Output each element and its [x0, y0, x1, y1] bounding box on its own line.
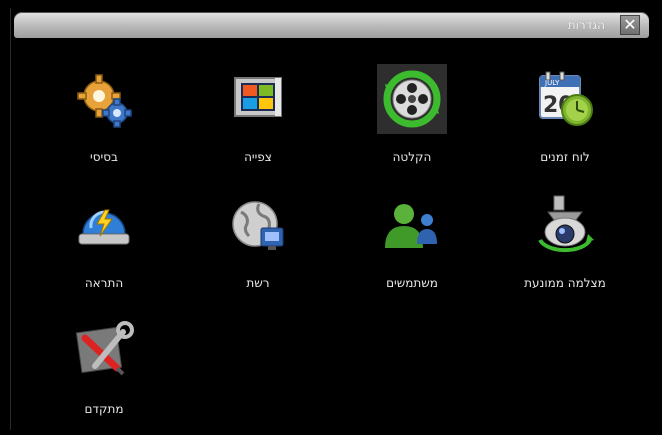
tile-label: הקלטה: [392, 150, 432, 164]
film-reel-icon: [377, 64, 447, 134]
tile-label: התראה: [84, 276, 124, 290]
users-icon: [377, 190, 447, 260]
tile-users[interactable]: משתמשים: [352, 190, 472, 300]
tile-advanced[interactable]: מתקדם: [44, 316, 164, 426]
tile-label: לוח זמנים: [540, 150, 590, 164]
calendar-month: JULY: [544, 79, 560, 87]
tile-network[interactable]: רשת: [198, 190, 318, 300]
tile-label: בסיסי: [90, 150, 118, 164]
tools-icon: [69, 316, 139, 386]
alarm-icon: [69, 190, 139, 260]
tile-display[interactable]: צפייה: [198, 64, 318, 174]
tile-label: צפייה: [244, 150, 272, 164]
tile-label: משתמשים: [386, 276, 438, 290]
tile-label: מצלמה ממונעת: [524, 276, 606, 290]
title-bar: הגדרות ✕: [14, 12, 649, 38]
tile-calendar[interactable]: JULY 20 לוח זמנים: [505, 64, 625, 174]
tile-label: רשת: [246, 276, 270, 290]
display-monitor-icon: [223, 64, 293, 134]
gears-icon: [69, 64, 139, 134]
tile-alarm[interactable]: התראה: [44, 190, 164, 300]
tile-basic[interactable]: בסיסי: [44, 64, 164, 174]
tile-recording[interactable]: הקלטה: [352, 64, 472, 174]
network-globe-icon: [223, 190, 293, 260]
ptz-camera-icon: [530, 190, 600, 260]
tile-ptz[interactable]: מצלמה ממונעת: [505, 190, 625, 300]
tile-label: מתקדם: [84, 402, 124, 416]
calendar-clock-icon: JULY 20: [530, 64, 600, 134]
close-icon[interactable]: ✕: [620, 15, 640, 35]
window-title: הגדרות: [567, 18, 605, 32]
